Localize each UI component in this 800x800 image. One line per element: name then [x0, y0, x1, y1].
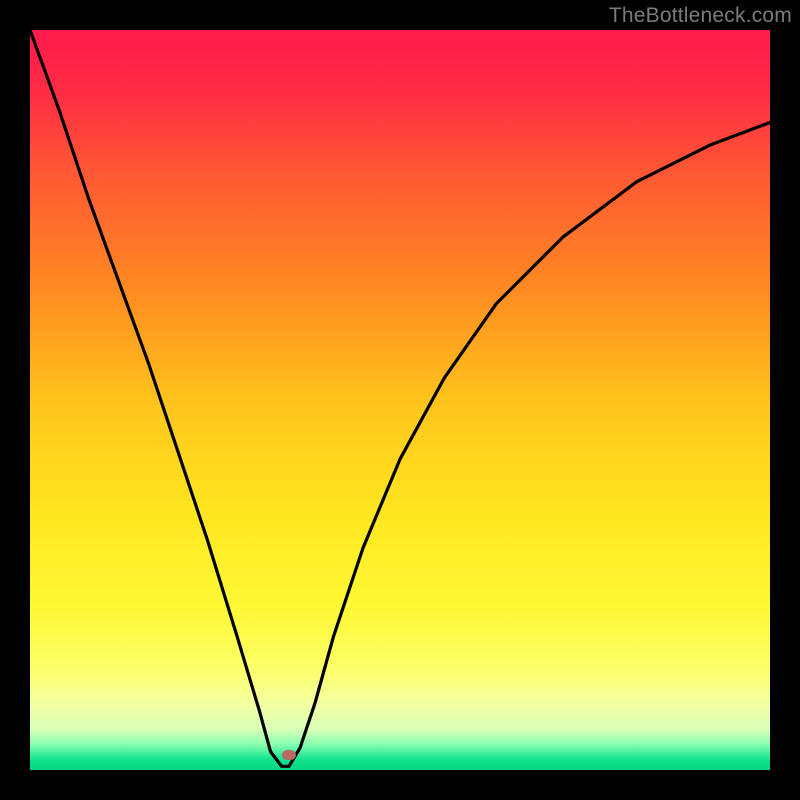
bottleneck-curve	[30, 30, 770, 770]
watermark-label: TheBottleneck.com	[609, 4, 792, 28]
plot-area	[30, 30, 770, 770]
optimum-marker[interactable]	[282, 750, 296, 760]
chart-frame: TheBottleneck.com	[0, 0, 800, 800]
